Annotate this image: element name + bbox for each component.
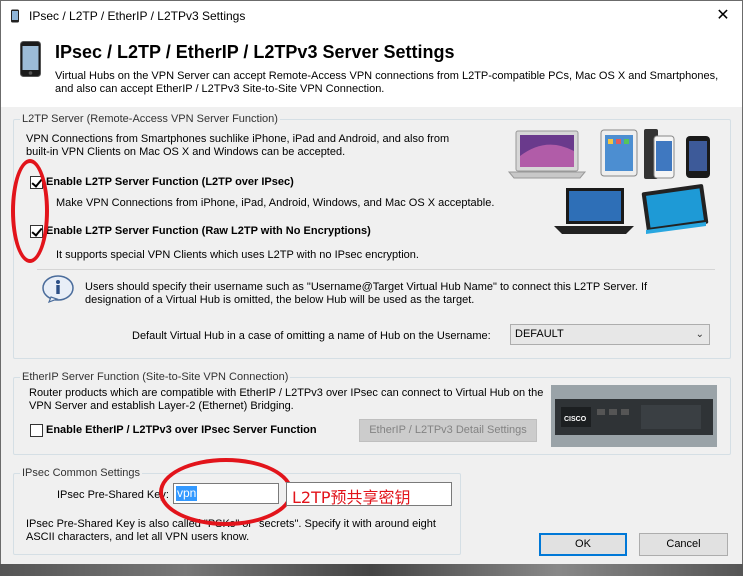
- android-phone-icon: [686, 136, 710, 178]
- annotation-ellipse-checkboxes: [11, 159, 49, 263]
- enable-etherip-checkbox[interactable]: [30, 424, 43, 437]
- enable-l2tp-ipsec-label[interactable]: Enable L2TP Server Function (L2TP over I…: [46, 176, 294, 189]
- info-text: Users should specify their username such…: [85, 281, 648, 306]
- router-illustration: CISCO: [551, 385, 717, 447]
- enable-raw-l2tp-label[interactable]: Enable L2TP Server Function (Raw L2TP wi…: [46, 225, 371, 238]
- default-hub-label: Default Virtual Hub in a case of omittin…: [132, 330, 491, 342]
- background-strip: [0, 564, 743, 576]
- default-hub-select[interactable]: DEFAULT ⌄: [510, 324, 710, 345]
- cancel-button[interactable]: Cancel: [639, 533, 728, 556]
- devices-illustration: [507, 129, 710, 234]
- etherip-detail-settings-button[interactable]: EtherIP / L2TPv3 Detail Settings: [359, 419, 537, 442]
- title-bar: IPsec / L2TP / EtherIP / L2TPv3 Settings…: [1, 1, 742, 31]
- raw-l2tp-description: It supports special VPN Clients which us…: [56, 249, 419, 261]
- default-hub-value: DEFAULT: [515, 328, 564, 340]
- l2tp-ipsec-description: Make VPN Connections from iPhone, iPad, …: [56, 197, 495, 209]
- settings-window: IPsec / L2TP / EtherIP / L2TPv3 Settings…: [0, 0, 743, 576]
- laptop-icon: [507, 130, 587, 179]
- info-icon: [42, 275, 74, 303]
- windows-tablet-icon: [641, 184, 709, 234]
- svg-text:CISCO: CISCO: [564, 416, 587, 423]
- l2tp-intro: VPN Connections from Smartphones suchlik…: [26, 133, 450, 158]
- windows-laptop-icon: [554, 188, 634, 234]
- l2tp-divider: [37, 269, 715, 270]
- annotation-ellipse-psk: [159, 458, 293, 526]
- psk-label: IPsec Pre-Shared Key:: [57, 489, 169, 501]
- tablet-icon: [600, 129, 638, 177]
- chevron-down-icon: ⌄: [695, 329, 704, 340]
- l2tp-group-title: L2TP Server (Remote-Access VPN Server Fu…: [20, 113, 280, 125]
- etherip-group-title: EtherIP Server Function (Site-to-Site VP…: [20, 371, 291, 383]
- ok-button[interactable]: OK: [539, 533, 627, 556]
- etherip-intro: Router products which are compatible wit…: [29, 387, 544, 412]
- smartphone-icon: [20, 41, 41, 77]
- close-icon[interactable]: ✕: [710, 5, 736, 27]
- annotation-psk-note: L2TP预共享密钥: [292, 488, 411, 507]
- ipsec-group-title: IPsec Common Settings: [20, 467, 142, 479]
- page-title: IPsec / L2TP / EtherIP / L2TPv3 Server S…: [55, 42, 455, 62]
- header: IPsec / L2TP / EtherIP / L2TPv3 Server S…: [1, 31, 742, 107]
- window-title: IPsec / L2TP / EtherIP / L2TPv3 Settings: [29, 9, 246, 23]
- app-icon: [11, 9, 19, 23]
- enable-etherip-label[interactable]: Enable EtherIP / L2TPv3 over IPsec Serve…: [46, 424, 317, 437]
- phone-white-icon: [644, 129, 675, 179]
- header-description: Virtual Hubs on the VPN Server can accep…: [55, 70, 719, 95]
